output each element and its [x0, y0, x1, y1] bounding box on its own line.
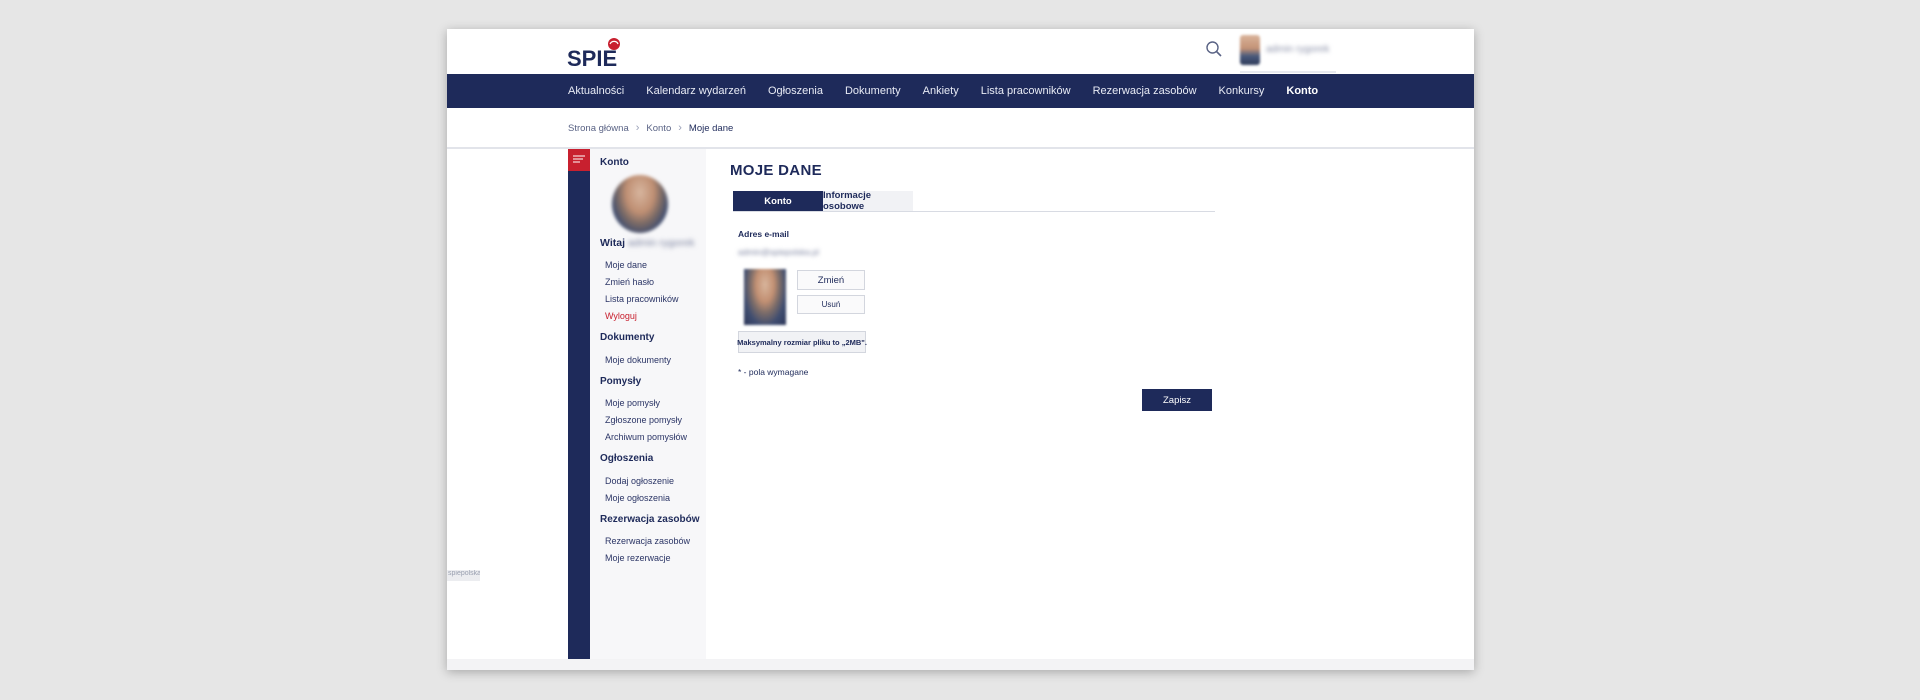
- page-title: MOJE DANE: [730, 162, 822, 179]
- breadcrumb-account[interactable]: Konto: [646, 123, 671, 134]
- hamburger-icon: [573, 155, 585, 163]
- search-icon[interactable]: [1205, 40, 1223, 58]
- nav-item-rezerwacja[interactable]: Rezerwacja zasobów: [1093, 85, 1197, 97]
- sidebar-item-logout[interactable]: Wyloguj: [605, 311, 637, 321]
- email-label: Adres e-mail: [738, 229, 790, 239]
- nav-item-konkursy[interactable]: Konkursy: [1219, 85, 1265, 97]
- breadcrumb: Strona główna › Konto › Moje dane: [568, 122, 733, 134]
- sidebar-section-reservations: Rezerwacja zasobów: [600, 514, 700, 525]
- nav-item-dokumenty[interactable]: Dokumenty: [845, 85, 901, 97]
- user-name: admin rygorek: [1266, 44, 1330, 55]
- nav-list: Aktualności Kalendarz wydarzeń Ogłoszeni…: [568, 74, 1340, 108]
- sidebar-item-moje-pomysly[interactable]: Moje pomysły: [605, 398, 660, 408]
- user-menu[interactable]: admin rygorek: [1240, 35, 1342, 73]
- browser-window: SPIE admin rygorek Aktualności Kalendarz…: [447, 29, 1474, 670]
- menu-toggle-button[interactable]: [568, 149, 590, 171]
- nav-item-kalendarz[interactable]: Kalendarz wydarzeń: [646, 85, 746, 97]
- sidebar-avatar: [612, 175, 668, 233]
- sidebar-item-rezerwacja-zasobow[interactable]: Rezerwacja zasobów: [605, 536, 690, 546]
- sidebar-item-zgloszone-pomysly[interactable]: Zgłoszone pomysły: [605, 415, 682, 425]
- tab-informacje-osobowe[interactable]: Informacje osobowe: [823, 190, 913, 212]
- user-avatar: [1240, 35, 1260, 65]
- sidebar-item-archiwum-pomyslow[interactable]: Archiwum pomysłów: [605, 432, 687, 442]
- sidebar-section-account: Konto: [600, 157, 629, 168]
- sidebar-section-ideas: Pomysły: [600, 376, 642, 387]
- tab-konto[interactable]: Konto: [733, 191, 823, 211]
- nav-item-aktualnosci[interactable]: Aktualności: [568, 85, 624, 97]
- sidebar-section-ads: Ogłoszenia: [600, 453, 654, 464]
- welcome-text: Witaj admin rygorek: [600, 237, 694, 249]
- tab-bar: Konto Informacje osobowe: [733, 190, 913, 212]
- sidebar-rail: [568, 149, 590, 659]
- nav-item-ogloszenia[interactable]: Ogłoszenia: [768, 85, 823, 97]
- sidebar-item-moje-ogloszenia[interactable]: Moje ogłoszenia: [605, 493, 670, 503]
- file-size-note: Maksymalny rozmiar pliku to „2MB".: [737, 331, 867, 353]
- chevron-right-icon: ›: [678, 122, 682, 134]
- bottom-strip: [447, 659, 1474, 670]
- profile-photo: [744, 269, 786, 325]
- breadcrumb-home[interactable]: Strona główna: [568, 123, 629, 134]
- nav-item-ankiety[interactable]: Ankiety: [923, 85, 959, 97]
- nav-item-lista-pracownikow[interactable]: Lista pracowników: [981, 85, 1071, 97]
- main-navigation: Aktualności Kalendarz wydarzeń Ogłoszeni…: [447, 74, 1474, 108]
- breadcrumb-current: Moje dane: [688, 122, 734, 134]
- user-underline: [1240, 71, 1336, 73]
- change-photo-button[interactable]: Zmień: [797, 270, 865, 290]
- logo-text: SPIE: [567, 46, 617, 69]
- sidebar-item-moje-rezerwacje[interactable]: Moje rezerwacje: [605, 553, 671, 563]
- welcome-label: Witaj: [600, 237, 625, 249]
- email-value: admin@spiepolska.pl: [738, 247, 819, 257]
- nav-item-konto[interactable]: Konto: [1286, 85, 1318, 97]
- bottom-status-tab: spiepolska: [447, 570, 480, 581]
- sidebar-item-zmien-haslo[interactable]: Zmień hasło: [605, 277, 654, 287]
- tab-underline: [733, 211, 1215, 212]
- save-button[interactable]: Zapisz: [1142, 389, 1212, 411]
- sidebar-item-moje-dane[interactable]: Moje dane: [605, 260, 647, 270]
- sidebar-item-lista-pracownikow[interactable]: Lista pracowników: [605, 294, 679, 304]
- sidebar-item-dodaj-ogloszenie[interactable]: Dodaj ogłoszenie: [605, 476, 674, 486]
- sidebar: Konto Witaj admin rygorek Moje dane Zmie…: [590, 149, 706, 659]
- sidebar-item-moje-dokumenty[interactable]: Moje dokumenty: [605, 355, 671, 365]
- top-header: SPIE admin rygorek: [447, 29, 1474, 74]
- sidebar-section-documents: Dokumenty: [600, 332, 655, 343]
- spie-logo[interactable]: SPIE: [567, 35, 637, 69]
- welcome-user-name: admin rygorek: [627, 237, 695, 249]
- chevron-right-icon: ›: [635, 122, 640, 134]
- remove-photo-button[interactable]: Usuń: [797, 295, 865, 314]
- required-fields-note: * - pola wymagane: [738, 367, 809, 377]
